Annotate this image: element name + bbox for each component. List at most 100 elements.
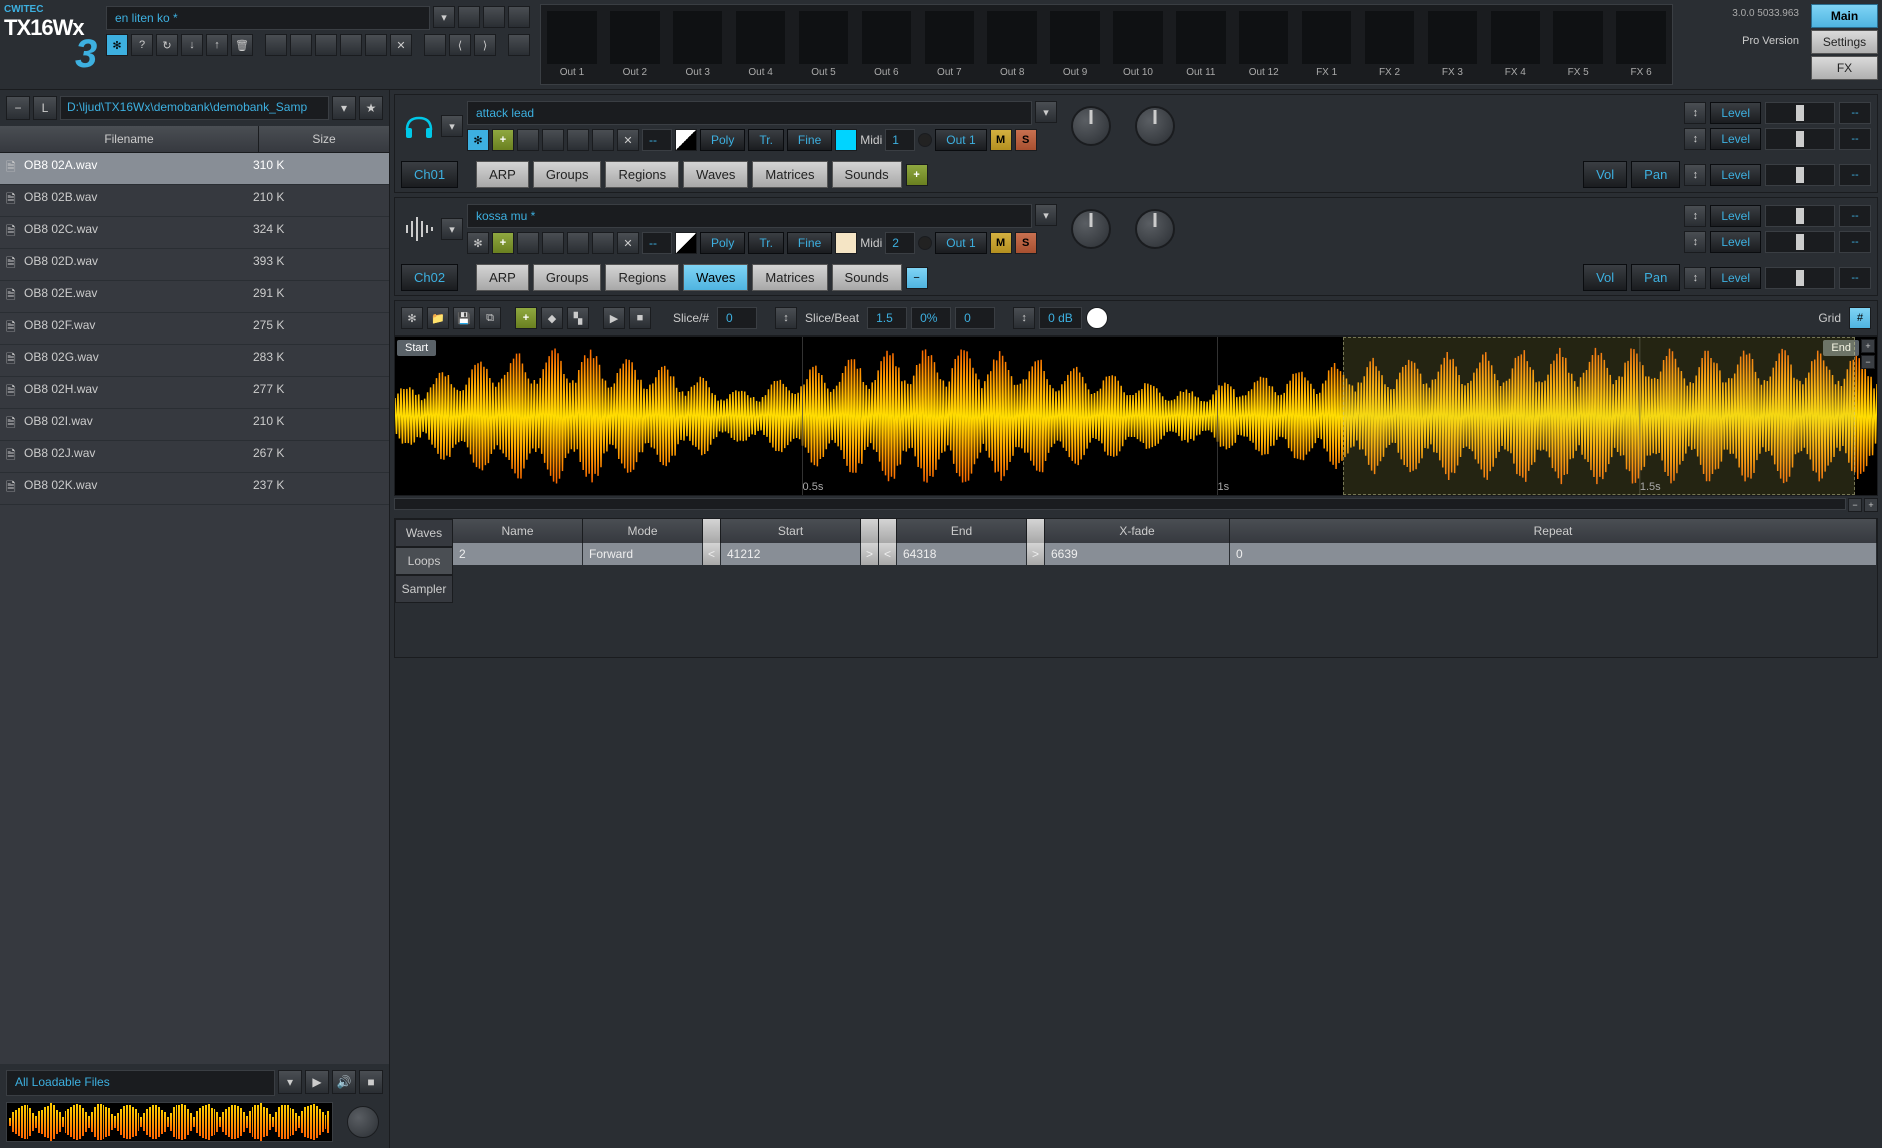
file-row[interactable]: 🗎OB8 02F.wav275 K	[0, 313, 389, 345]
side-tab-sampler[interactable]: Sampler	[395, 575, 453, 603]
channel-icon-a[interactable]	[675, 232, 697, 254]
level-value-1[interactable]: --	[1839, 205, 1871, 227]
gear-icon[interactable]: ✻	[106, 34, 128, 56]
fine-button[interactable]: Fine	[787, 232, 832, 254]
slice-pct-field[interactable]: 0%	[911, 307, 951, 329]
file-row[interactable]: 🗎OB8 02C.wav324 K	[0, 217, 389, 249]
channel-x-button[interactable]: ✕	[617, 232, 639, 254]
channel-name-dropdown[interactable]: ▾	[1035, 101, 1057, 123]
file-row[interactable]: 🗎OB8 02J.wav267 K	[0, 441, 389, 473]
start-marker[interactable]: Start	[397, 340, 436, 356]
start-prev-button[interactable]: <	[703, 543, 721, 565]
x-icon[interactable]: ✕	[390, 34, 412, 56]
path-L-button[interactable]: L	[33, 96, 57, 120]
level-value-2[interactable]: --	[1839, 231, 1871, 253]
output-select[interactable]: Out 1	[935, 232, 986, 254]
channel-knob-1[interactable]	[1071, 106, 1111, 146]
level-button-3[interactable]: Level	[1710, 164, 1761, 186]
end-next-button[interactable]: >	[1027, 543, 1045, 565]
add-tab-button[interactable]: +	[906, 164, 928, 186]
settings-button[interactable]: Settings	[1811, 30, 1878, 54]
channel-icon-a[interactable]	[675, 129, 697, 151]
transpose-button[interactable]: Tr.	[748, 232, 784, 254]
vzoom-in[interactable]: +	[1861, 339, 1875, 353]
fine-button[interactable]: Fine	[787, 129, 832, 151]
midi-learn-button[interactable]	[918, 236, 932, 250]
col-name[interactable]: Name	[453, 519, 583, 543]
waveform-display[interactable]: Start End 0.5s 1s 1.5s + −	[394, 336, 1878, 496]
level-button-2[interactable]: Level	[1710, 231, 1761, 253]
tab-waves[interactable]: Waves	[683, 264, 748, 291]
col-mode[interactable]: Mode	[583, 519, 703, 543]
loop-selection[interactable]	[1343, 337, 1854, 495]
channel-color-swatch[interactable]	[835, 129, 857, 151]
wave-settings-icon[interactable]: ✻	[401, 307, 423, 329]
channel-dropdown[interactable]: ▾	[441, 218, 463, 240]
hzoom-out[interactable]: −	[1848, 498, 1862, 512]
db-toggle[interactable]	[1086, 307, 1108, 329]
level-value-3[interactable]: --	[1839, 267, 1871, 289]
toolbar-btn-5[interactable]	[365, 34, 387, 56]
preview-knob[interactable]	[347, 1106, 379, 1138]
output-select[interactable]: Out 1	[935, 129, 986, 151]
level-value-3[interactable]: --	[1839, 164, 1871, 186]
wave-copy-icon[interactable]: ⧉	[479, 307, 501, 329]
hzoom-in[interactable]: +	[1864, 498, 1878, 512]
midi-channel-field[interactable]: 1	[885, 129, 915, 151]
nav-back-icon[interactable]: ⟨	[449, 34, 471, 56]
solo-button[interactable]: S	[1015, 232, 1037, 254]
pan-button[interactable]: Pan	[1631, 161, 1680, 188]
tab-matrices[interactable]: Matrices	[752, 161, 827, 188]
channel-name-field[interactable]: attack lead	[467, 101, 1032, 125]
path-minus-button[interactable]: −	[6, 96, 30, 120]
tab-sounds[interactable]: Sounds	[832, 264, 902, 291]
level-slider-2[interactable]	[1765, 128, 1835, 150]
channel-btn-1[interactable]	[517, 129, 539, 151]
toolbar-btn-b[interactable]	[483, 6, 505, 28]
toolbar-btn-3[interactable]	[315, 34, 337, 56]
tab-groups[interactable]: Groups	[533, 264, 602, 291]
level-slider-1[interactable]	[1765, 205, 1835, 227]
toolbar-btn-6[interactable]	[424, 34, 446, 56]
tab-regions[interactable]: Regions	[605, 161, 679, 188]
toolbar-btn-a[interactable]	[458, 6, 480, 28]
channel-name-field[interactable]: kossa mu *	[467, 204, 1032, 228]
remove-tab-button[interactable]: −	[906, 267, 928, 289]
midi-channel-field[interactable]: 2	[885, 232, 915, 254]
midi-learn-button[interactable]	[918, 133, 932, 147]
file-row[interactable]: 🗎OB8 02E.wav291 K	[0, 281, 389, 313]
channel-add-button[interactable]: +	[492, 232, 514, 254]
column-size[interactable]: Size	[259, 126, 389, 152]
link-icon[interactable]: ↕	[1684, 102, 1706, 124]
wave-folder-icon[interactable]: 📁	[427, 307, 449, 329]
channel-btn-1[interactable]	[517, 232, 539, 254]
file-row[interactable]: 🗎OB8 02G.wav283 K	[0, 345, 389, 377]
up-icon[interactable]: ↑	[206, 34, 228, 56]
tab-arp[interactable]: ARP	[476, 264, 529, 291]
channel-dash[interactable]: --	[642, 129, 672, 151]
level-value-2[interactable]: --	[1839, 128, 1871, 150]
slice-num-field[interactable]: 0	[717, 307, 757, 329]
slice-beat-field[interactable]: 1.5	[867, 307, 907, 329]
vzoom-out[interactable]: −	[1861, 355, 1875, 369]
slice-offset-field[interactable]: 0	[955, 307, 995, 329]
tab-sounds[interactable]: Sounds	[832, 161, 902, 188]
waveform-scrollbar[interactable]	[394, 498, 1846, 510]
transpose-button[interactable]: Tr.	[748, 129, 784, 151]
wave-play-icon[interactable]: ▶	[603, 307, 625, 329]
side-tab-waves[interactable]: Waves	[395, 519, 453, 547]
file-row[interactable]: 🗎OB8 02D.wav393 K	[0, 249, 389, 281]
grid-icon[interactable]: #	[1849, 307, 1871, 329]
file-filter-field[interactable]: All Loadable Files	[6, 1070, 275, 1096]
channel-btn-3[interactable]	[567, 129, 589, 151]
toolbar-btn-7[interactable]	[508, 34, 530, 56]
start-next-button[interactable]: >	[861, 543, 879, 565]
fx-button[interactable]: FX	[1811, 56, 1878, 80]
wave-save-icon[interactable]: 💾	[453, 307, 475, 329]
down-icon[interactable]: ↓	[181, 34, 203, 56]
channel-add-button[interactable]: +	[492, 129, 514, 151]
channel-x-button[interactable]: ✕	[617, 129, 639, 151]
channel-btn-4[interactable]	[592, 232, 614, 254]
path-dropdown[interactable]: ▾	[332, 96, 356, 120]
vol-button[interactable]: Vol	[1583, 161, 1627, 188]
